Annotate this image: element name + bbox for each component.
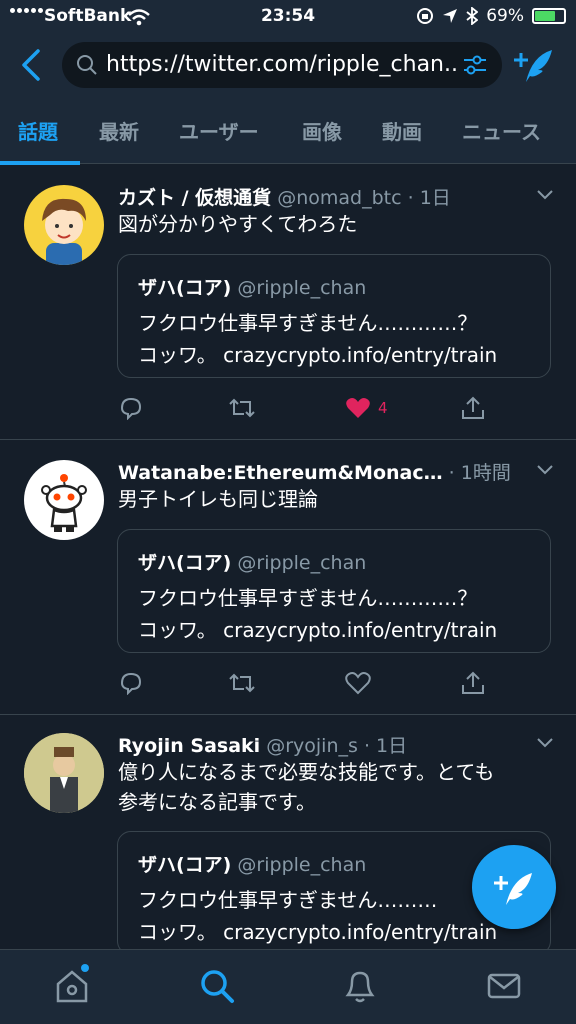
tab-users[interactable]: ユーザー — [179, 116, 259, 145]
compose-feather-icon — [494, 873, 532, 905]
quoted-text-line: コッワ。 crazycrypto.info/entry/train — [138, 920, 498, 944]
quoted-text-line: フクロウ仕事早すぎません……… — [138, 888, 438, 912]
battery-percent: 69% — [486, 6, 524, 26]
tweet-header: カズト / 仮想通貨 @nomad_btc · 1日 — [118, 187, 451, 209]
quoted-handle: @ripple_chan — [237, 277, 367, 299]
tweet[interactable]: Watanabe:Ethereum&Monac… · 1時間 男子トイレも同じ理… — [0, 440, 576, 715]
tweet-time: 1日 — [376, 735, 408, 757]
search-input[interactable]: https://twitter.com/ripple_chan... — [62, 42, 502, 88]
quoted-handle: @ripple_chan — [237, 552, 367, 574]
avatar-illustration — [24, 733, 104, 813]
reply-icon — [120, 397, 142, 420]
search-url: https://twitter.com/ripple_chan... — [106, 52, 456, 77]
user-handle: @ryojin_s — [266, 735, 358, 757]
bluetooth-icon — [466, 7, 479, 25]
back-chevron-icon[interactable] — [18, 48, 44, 82]
user-handle: @nomad_btc — [277, 187, 402, 209]
quoted-tweet[interactable]: ザハ(コア) @ripple_chan フクロウ仕事早すぎません…………？ コッワ… — [117, 254, 551, 378]
tweet-text: 男子トイレも同じ理論 — [118, 487, 318, 511]
heart-filled-icon — [346, 398, 370, 418]
like-button[interactable]: 4 — [344, 396, 388, 420]
display-name[interactable]: カズト / 仮想通貨 — [118, 187, 271, 209]
tweet-time: 1時間 — [460, 462, 511, 484]
tab-images[interactable]: 画像 — [302, 116, 342, 145]
compose-fab-button[interactable] — [472, 845, 556, 929]
quoted-name: ザハ(コア) — [138, 277, 232, 299]
display-name[interactable]: Ryojin Sasaki — [118, 735, 260, 757]
avatar[interactable] — [24, 733, 104, 813]
mail-icon[interactable] — [487, 968, 521, 1004]
bell-icon[interactable] — [343, 968, 377, 1004]
tweet[interactable]: カズト / 仮想通貨 @nomad_btc · 1日 図が分かりやすくてわろた … — [0, 165, 576, 440]
status-bar: SoftBank 23:54 69% — [0, 0, 576, 34]
quoted-text-line: コッワ。 crazycrypto.info/entry/train — [138, 343, 498, 367]
tab-top[interactable]: 話題 — [18, 116, 58, 145]
tweet-text-line: 億り人になるまで必要な技能です。とても — [118, 760, 495, 784]
reddit-alien-icon — [41, 474, 87, 532]
display-name[interactable]: Watanabe:Ethereum&Monac… — [118, 462, 443, 484]
tweet-text: 図が分かりやすくてわろた — [118, 212, 358, 236]
quoted-text-line: コッワ。 crazycrypto.info/entry/train — [138, 618, 498, 642]
like-count: 4 — [378, 399, 388, 417]
chevron-down-icon[interactable] — [536, 189, 554, 201]
share-button[interactable] — [460, 671, 486, 695]
tweet-actions — [118, 671, 558, 701]
tweet-actions: 4 — [118, 396, 558, 426]
tweet-text: 億り人になるまで必要な技能です。とても 参考になる記事です。 — [118, 757, 494, 817]
avatar[interactable] — [24, 460, 104, 540]
bottom-nav — [0, 949, 576, 1024]
share-button[interactable] — [460, 396, 486, 420]
quoted-handle: @ripple_chan — [237, 854, 367, 876]
home-notification-dot — [81, 964, 89, 972]
tab-latest[interactable]: 最新 — [99, 116, 139, 145]
search-tabs: 話題 最新 ユーザー 画像 動画 ニュース — [0, 98, 576, 164]
location-icon — [443, 9, 458, 23]
filter-sliders-icon[interactable] — [462, 53, 488, 77]
chevron-down-icon[interactable] — [536, 737, 554, 749]
share-icon — [462, 396, 484, 419]
top-bar: https://twitter.com/ripple_chan... — [0, 34, 576, 98]
orientation-lock-icon — [417, 8, 434, 24]
retweet-icon — [229, 673, 255, 693]
retweet-icon — [229, 398, 255, 418]
quoted-name: ザハ(コア) — [138, 552, 232, 574]
like-button[interactable] — [344, 671, 372, 695]
quoted-text-line: フクロウ仕事早すぎません…………？ — [138, 311, 478, 335]
tab-videos[interactable]: 動画 — [382, 116, 422, 145]
avatar-illustration — [42, 198, 86, 265]
tweet-feed[interactable]: カズト / 仮想通貨 @nomad_btc · 1日 図が分かりやすくてわろた … — [0, 165, 576, 949]
home-icon[interactable] — [55, 968, 89, 1004]
search-icon[interactable] — [199, 968, 235, 1004]
tweet-time: 1日 — [419, 187, 451, 209]
quoted-text-line: フクロウ仕事早すぎません…………？ — [138, 586, 478, 610]
retweet-button[interactable] — [228, 396, 256, 420]
chevron-down-icon[interactable] — [536, 464, 554, 476]
retweet-button[interactable] — [228, 671, 256, 695]
reply-icon — [120, 672, 142, 695]
quoted-name: ザハ(コア) — [138, 854, 232, 876]
battery-icon — [532, 8, 566, 24]
reply-button[interactable] — [118, 671, 144, 695]
quoted-tweet[interactable]: ザハ(コア) @ripple_chan フクロウ仕事早すぎません…………？ コッワ… — [117, 529, 551, 653]
heart-icon — [345, 672, 371, 695]
tweet-header: Watanabe:Ethereum&Monac… · 1時間 — [118, 462, 511, 484]
avatar[interactable] — [24, 185, 104, 265]
share-icon — [462, 671, 484, 694]
search-icon — [77, 55, 97, 75]
reply-button[interactable] — [118, 396, 144, 420]
tweet-header: Ryojin Sasaki @ryojin_s · 1日 — [118, 735, 408, 757]
compose-tweet-icon[interactable] — [512, 46, 554, 86]
tweet-text-line: 参考になる記事です。 — [118, 790, 316, 814]
tab-news[interactable]: ニュース — [462, 116, 541, 145]
